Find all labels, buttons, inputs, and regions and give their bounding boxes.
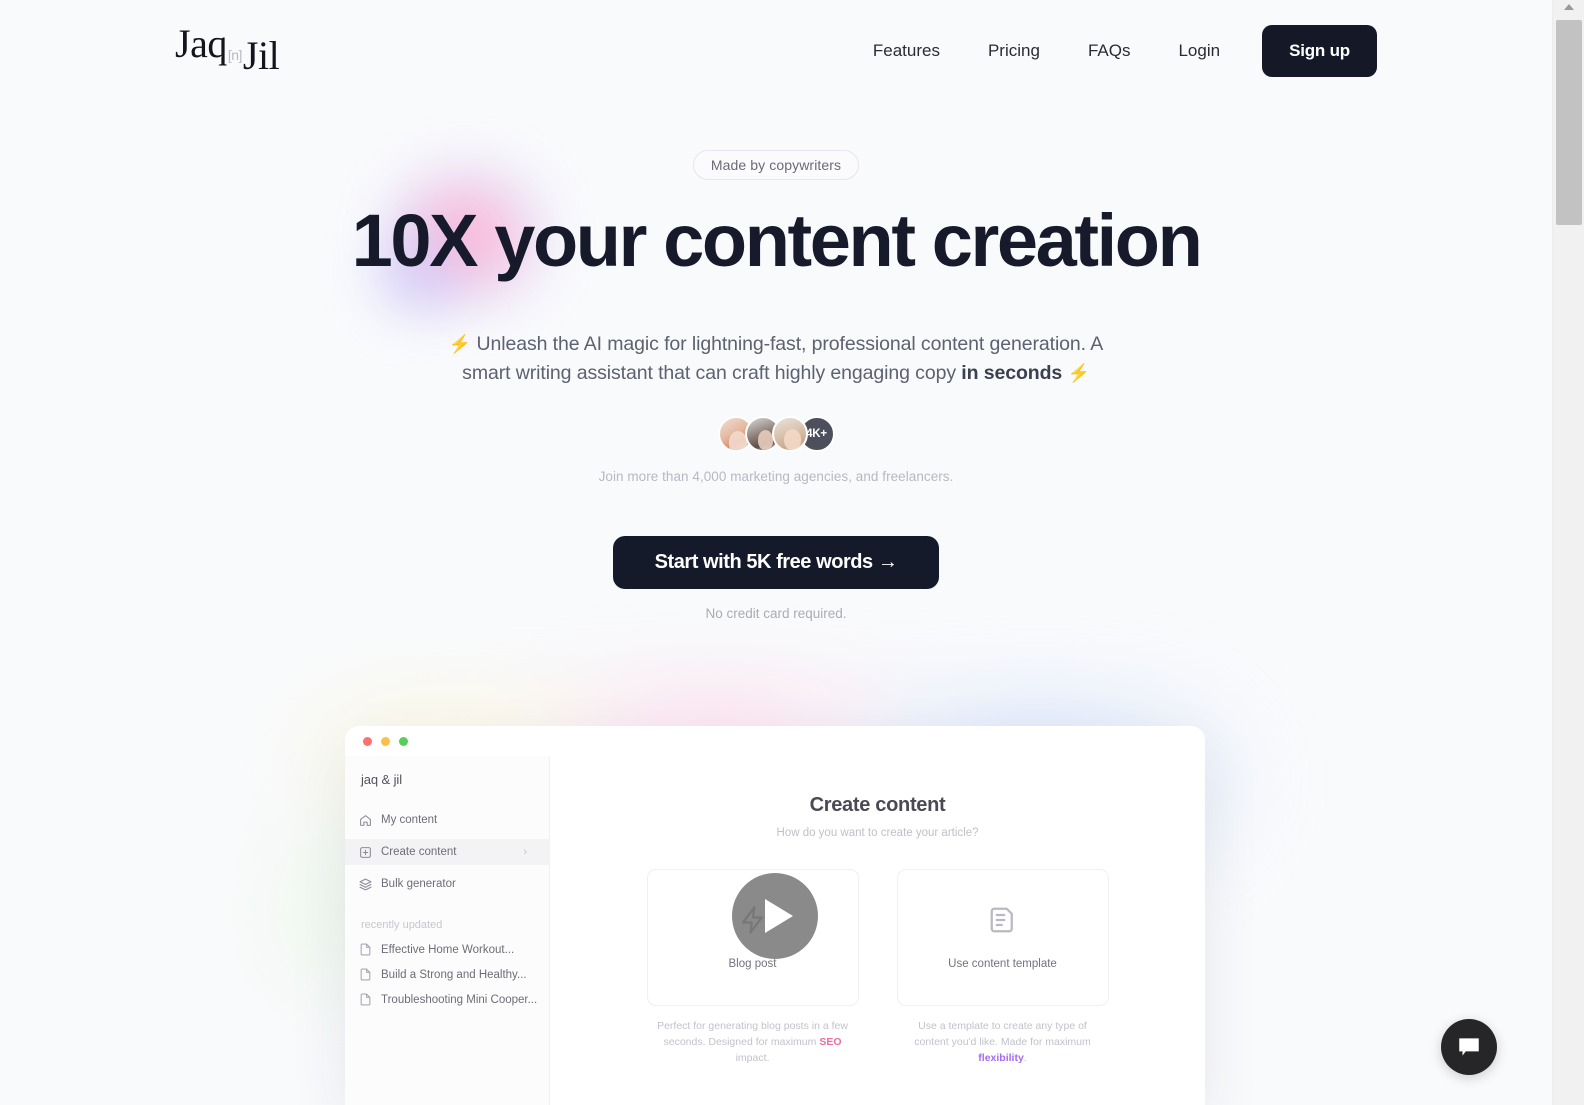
app-window-mockup: jaq & jil My content Create content › Bu… (345, 726, 1205, 1105)
scrollbar-thumb[interactable] (1556, 20, 1582, 225)
sidebar-item-label: Bulk generator (381, 878, 456, 890)
app-panel-subtitle: How do you want to create your article? (776, 827, 979, 839)
made-by-copywriters-badge: Made by copywriters (692, 150, 860, 180)
desc-highlight-seo: SEO (819, 1035, 842, 1048)
lightning-bolt-icon-right: ⚡ (1067, 362, 1090, 383)
app-panel-title: Create content (809, 794, 946, 816)
document-icon (988, 905, 1018, 940)
list-item[interactable]: Build a Strong and Healthy... (345, 968, 549, 981)
sidebar-item-create-content[interactable]: Create content › (345, 839, 549, 865)
desc-part-b: impact. (735, 1051, 770, 1064)
list-item-label: Build a Strong and Healthy... (381, 968, 527, 981)
page-viewport: Jaq [n] Jil Features Pricing FAQs Login … (0, 0, 1552, 1105)
document-icon (360, 968, 371, 981)
page-scrollbar[interactable] (1552, 0, 1584, 1105)
site-header: Jaq [n] Jil Features Pricing FAQs Login … (0, 0, 1552, 102)
headline-highlight: 10X (351, 199, 479, 282)
scroll-up-arrow-icon[interactable] (1563, 4, 1574, 10)
app-brand-label: jaq & jil (361, 772, 403, 787)
chat-bubble-icon (1459, 1038, 1479, 1056)
blog-post-card-label: Blog post (728, 958, 777, 970)
nav-link-login[interactable]: Login (1178, 31, 1220, 71)
start-free-words-button[interactable]: Start with 5K free words → (612, 535, 940, 589)
lightning-bolt-icon-left: ⚡ (448, 334, 472, 354)
subheading-line-2: writing assistant that can craft highly … (515, 361, 962, 384)
layers-icon (359, 878, 372, 890)
app-sidebar: jaq & jil My content Create content › Bu… (345, 756, 550, 1105)
blog-post-card-description: Perfect for generating blog posts in a f… (647, 1019, 859, 1066)
site-logo[interactable]: Jaq [n] Jil (175, 24, 280, 76)
document-icon (360, 943, 371, 956)
plus-square-icon (360, 846, 371, 858)
page-title: 10X your content creation (0, 202, 1552, 280)
hero-section: Made by copywriters 10X your content cre… (0, 150, 1552, 621)
template-card-description: Use a template to create any type of con… (897, 1019, 1109, 1066)
home-icon (360, 814, 371, 826)
list-item-label: Troubleshooting Mini Cooper... (381, 993, 538, 1006)
use-content-template-card[interactable]: Use content template (896, 869, 1109, 1006)
maximize-window-dot-icon (399, 737, 408, 746)
play-icon (765, 898, 793, 933)
window-traffic-lights (363, 737, 408, 746)
list-item-label: Effective Home Workout... (381, 943, 515, 956)
template-card-label: Use content template (948, 958, 1057, 970)
template-card-column: Use content template Use a template to c… (896, 869, 1109, 1066)
app-main-panel: Create content How do you want to create… (550, 756, 1205, 1105)
logo-text-jil: Jil (242, 33, 280, 78)
signup-button[interactable]: Sign up (1262, 25, 1377, 77)
no-credit-card-note: No credit card required. (705, 605, 847, 621)
app-preview-section: jaq & jil My content Create content › Bu… (0, 660, 1552, 1105)
avatar (771, 415, 808, 452)
logo-text-bracket-n: [n] (227, 47, 243, 63)
close-window-dot-icon (363, 737, 372, 746)
headline-rest: your content creation (476, 199, 1203, 282)
nav-link-features[interactable]: Features (873, 31, 940, 71)
minimize-window-dot-icon (381, 737, 390, 746)
main-navigation: Features Pricing FAQs Login Sign up (873, 25, 1377, 77)
recently-updated-label: recently updated (361, 919, 443, 931)
avatar-group: 4K+ (0, 415, 1552, 452)
desc-part-a: Use a template to create any type of con… (914, 1020, 1091, 1048)
chevron-right-icon: › (523, 845, 527, 858)
sidebar-item-my-content[interactable]: My content (345, 807, 549, 833)
social-proof-text: Join more than 4,000 marketing agencies,… (598, 468, 954, 484)
headline-wrapper: 10X your content creation (0, 160, 1552, 332)
subheading-bold-phrase: in seconds (961, 361, 1063, 384)
list-item[interactable]: Effective Home Workout... (345, 943, 549, 956)
nav-link-pricing[interactable]: Pricing (988, 31, 1040, 71)
sidebar-item-label: My content (381, 814, 438, 826)
list-item[interactable]: Troubleshooting Mini Cooper... (345, 993, 549, 1006)
document-icon (360, 993, 371, 1006)
logo-text-jaq: Jaq (175, 21, 227, 66)
sidebar-item-bulk-generator[interactable]: Bulk generator (345, 871, 549, 897)
play-video-button[interactable] (732, 872, 818, 959)
desc-highlight-flexibility: flexibility (978, 1051, 1024, 1064)
hero-subheading: ⚡ Unleash the AI magic for lightning-fas… (446, 330, 1106, 388)
cta-wrapper: Start with 5K free words → No credit car… (0, 535, 1552, 621)
chat-widget-button[interactable] (1441, 1019, 1497, 1075)
content-type-cards: Blog post Perfect for generating blog po… (550, 869, 1205, 1066)
desc-part-b: . (1023, 1051, 1027, 1064)
nav-link-faqs[interactable]: FAQs (1088, 31, 1131, 71)
sidebar-item-label: Create content (381, 846, 457, 858)
